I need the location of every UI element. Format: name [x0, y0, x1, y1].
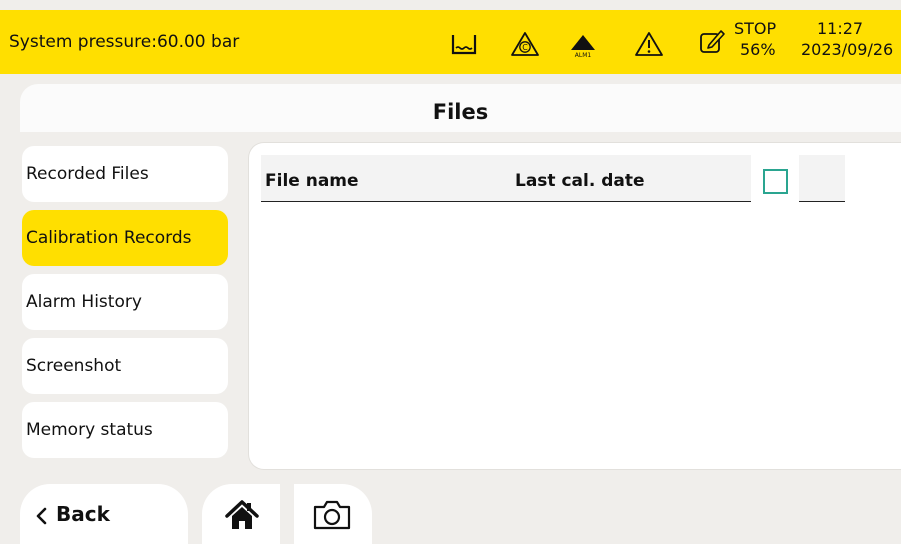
home-button[interactable]: [202, 484, 280, 544]
status-bar: System pressure:60.00 bar C ALM1 STOP 56…: [0, 10, 901, 74]
sidebar-item-recorded-files[interactable]: Recorded Files: [22, 146, 228, 202]
column-header-file-name[interactable]: File name: [265, 171, 359, 191]
calibration-icon-letter: C: [522, 43, 528, 52]
home-icon: [225, 500, 259, 529]
camera-icon: [313, 500, 351, 530]
back-chevron-icon: [36, 507, 47, 525]
tank-level-icon[interactable]: [449, 29, 479, 59]
sidebar-item-screenshot[interactable]: Screenshot: [22, 338, 228, 394]
sidebar-item-label: Recorded Files: [26, 164, 149, 184]
sidebar-item-label: Calibration Records: [26, 228, 192, 248]
screenshot-button[interactable]: [294, 484, 372, 544]
table-header: File name Last cal. date: [261, 155, 845, 202]
back-button[interactable]: Back: [20, 484, 188, 544]
clock-date: 2023/09/26: [801, 40, 894, 59]
alarm-icon[interactable]: ALM1: [568, 29, 598, 59]
run-state: STOP: [734, 19, 777, 38]
select-all-checkbox[interactable]: [763, 169, 788, 194]
alarm-icon-label: ALM1: [575, 52, 592, 59]
files-table-panel: File name Last cal. date: [248, 142, 901, 470]
sidebar-item-alarm-history[interactable]: Alarm History: [22, 274, 228, 330]
select-all-cell: [751, 155, 799, 202]
system-pressure-text: System pressure:60.00 bar: [9, 32, 240, 52]
edit-icon[interactable]: [697, 26, 727, 56]
sidebar-item-label: Screenshot: [26, 356, 122, 376]
calibration-warning-icon[interactable]: C: [510, 29, 540, 59]
sidebar-item-memory-status[interactable]: Memory status: [22, 402, 228, 458]
sidebar-item-label: Alarm History: [26, 292, 142, 312]
column-header-last-cal-date[interactable]: Last cal. date: [515, 171, 645, 191]
sidebar-item-calibration-records[interactable]: Calibration Records: [22, 210, 228, 266]
page-title: Files: [432, 100, 489, 124]
warning-icon[interactable]: [634, 29, 664, 59]
clock-time: 11:27: [817, 19, 864, 38]
percent-value: 56%: [740, 40, 776, 59]
sidebar-item-label: Memory status: [26, 420, 153, 440]
back-button-label: Back: [56, 502, 110, 526]
